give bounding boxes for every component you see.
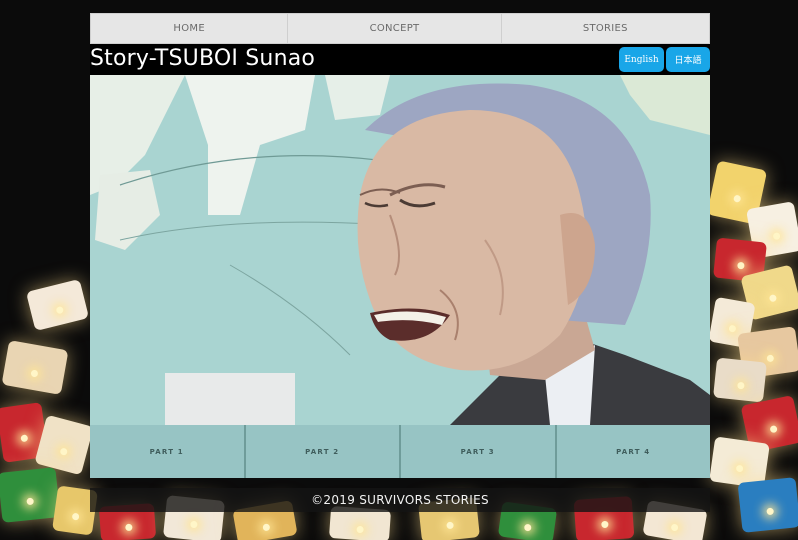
lantern-decoration xyxy=(25,278,90,332)
title-bar: Story-TSUBOI Sunao English 日本語 xyxy=(90,44,710,75)
lantern-decoration xyxy=(737,477,798,533)
footer: ©2019 SURVIVORS STORIES xyxy=(90,488,710,512)
part-2-tile[interactable]: PART 2 xyxy=(245,425,399,478)
part-4-tile[interactable]: PART 4 xyxy=(556,425,710,478)
nav-home[interactable]: HOME xyxy=(91,14,289,43)
part-1-tile[interactable]: PART 1 xyxy=(90,425,244,478)
copyright-text: ©2019 SURVIVORS STORIES xyxy=(311,493,489,507)
nav-concept[interactable]: CONCEPT xyxy=(288,14,502,43)
lantern-decoration xyxy=(713,357,767,403)
portrait-illustration xyxy=(90,75,710,425)
lantern-decoration xyxy=(1,340,69,395)
nav-stories[interactable]: STORIES xyxy=(502,14,709,43)
english-button[interactable]: English xyxy=(619,47,664,72)
part-3-tile[interactable]: PART 3 xyxy=(401,425,555,478)
hero-portrait-image xyxy=(90,75,710,425)
top-navigation: HOME CONCEPT STORIES xyxy=(90,13,710,44)
japanese-button[interactable]: 日本語 xyxy=(666,47,710,72)
page-title: Story-TSUBOI Sunao xyxy=(90,46,316,71)
lantern-decoration xyxy=(0,467,61,523)
story-parts-navigation: PART 1 PART 2 PART 3 PART 4 xyxy=(90,425,710,478)
